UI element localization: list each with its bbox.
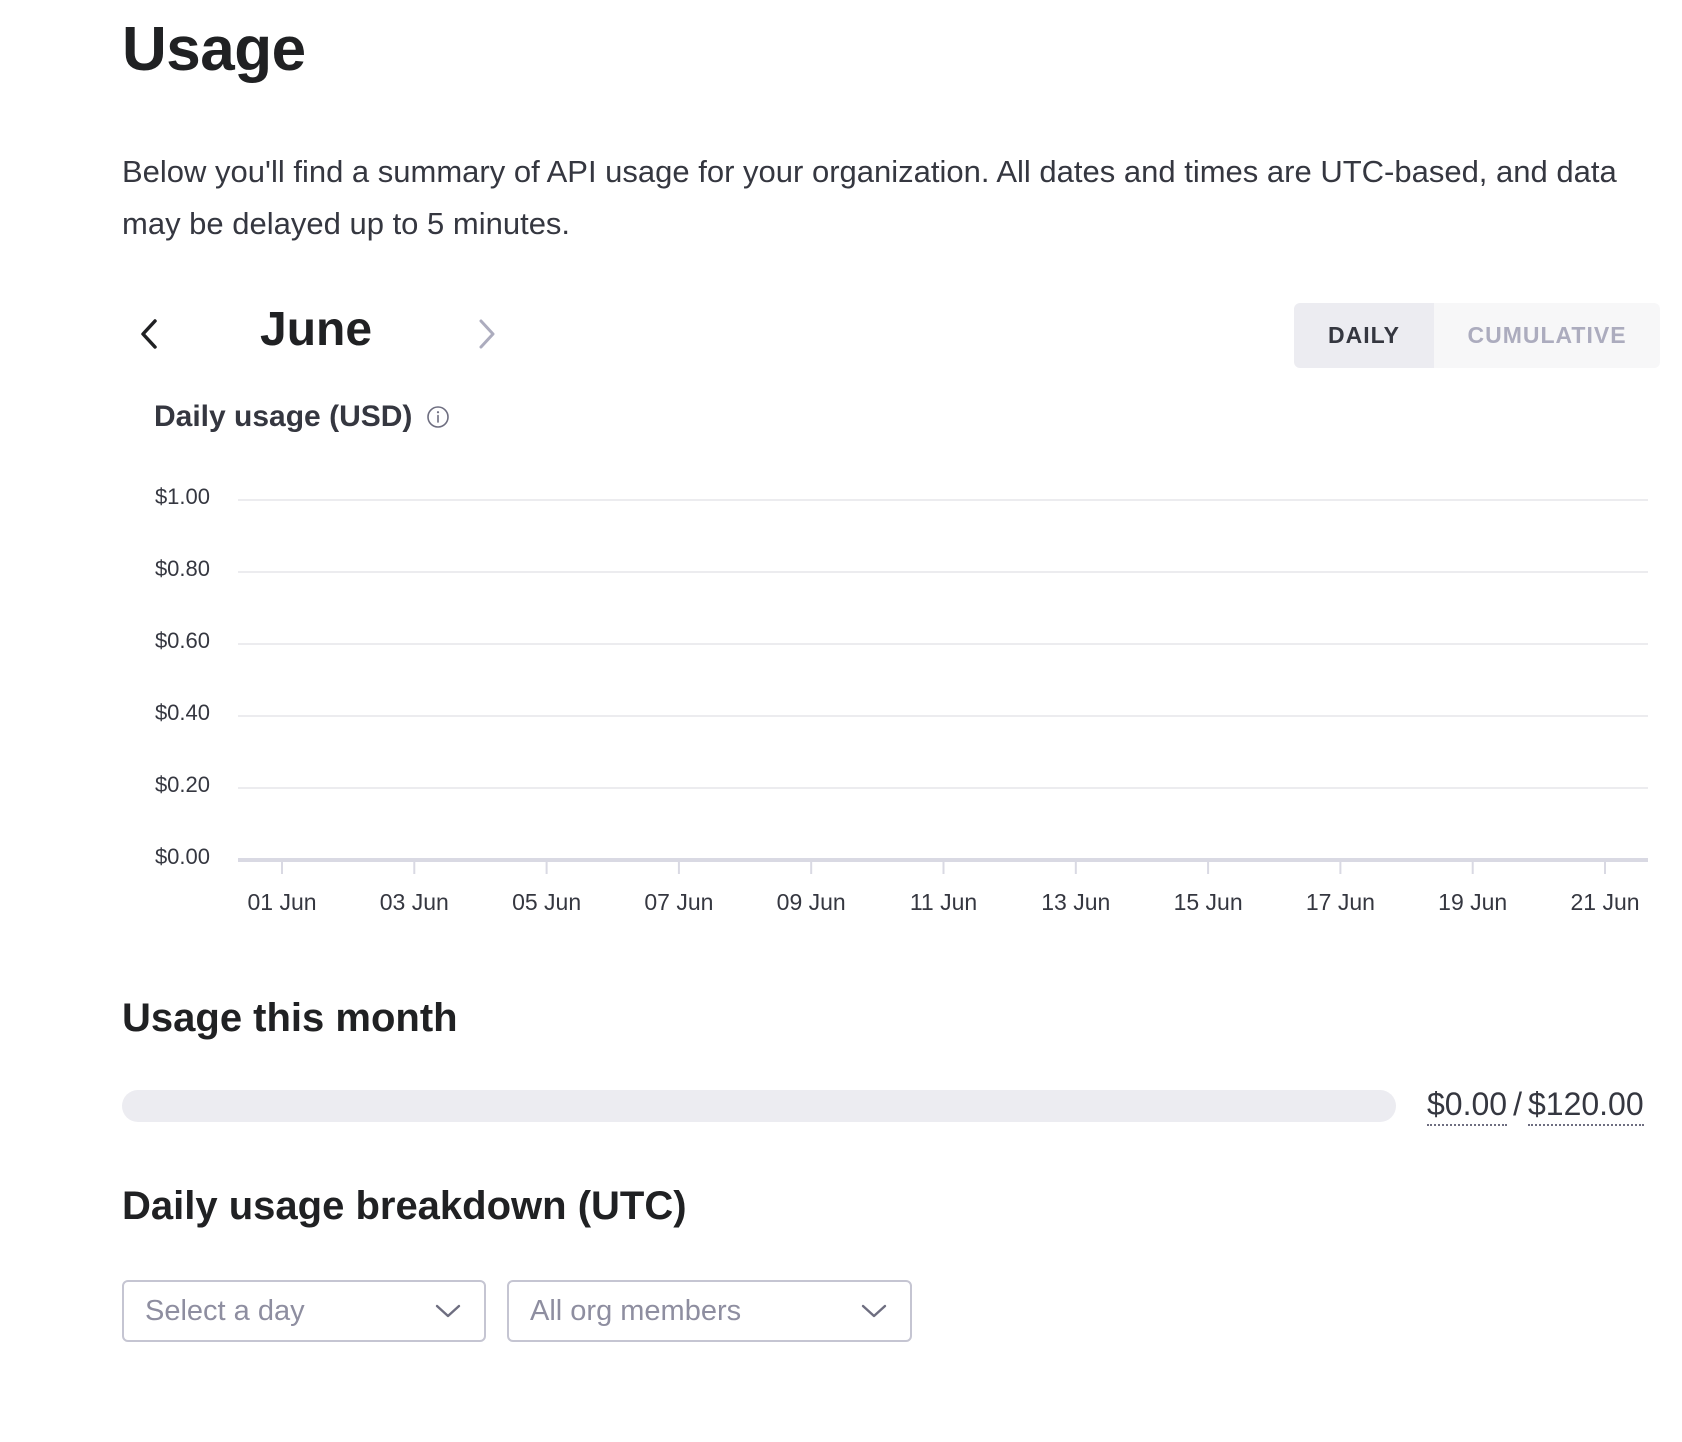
chevron-down-icon (860, 1300, 888, 1322)
x-tick-label: 09 Jun (777, 889, 846, 915)
page-title: Usage (122, 15, 306, 84)
info-icon[interactable] (426, 405, 450, 429)
usage-progress-bar (122, 1090, 1396, 1122)
y-tick-label: $0.20 (155, 772, 210, 797)
chart-title: Daily usage (USD) (154, 400, 450, 434)
members-select-value: All org members (530, 1294, 742, 1327)
daily-view-button[interactable]: DAILY (1294, 303, 1434, 368)
month-navigation: June (122, 296, 522, 372)
x-tick-label: 17 Jun (1306, 889, 1375, 915)
cumulative-view-button[interactable]: CUMULATIVE (1434, 303, 1660, 368)
usage-limit-amount[interactable]: $120.00 (1527, 1086, 1644, 1126)
current-month-label: June (260, 303, 373, 356)
x-tick-label: 15 Jun (1174, 889, 1243, 915)
x-tick-label: 07 Jun (644, 889, 713, 915)
y-tick-label: $0.80 (155, 556, 210, 581)
y-tick-label: $0.00 (155, 844, 210, 869)
x-tick-label: 03 Jun (380, 889, 449, 915)
y-tick-label: $0.40 (155, 700, 210, 725)
day-select-placeholder: Select a day (145, 1294, 305, 1327)
usage-amount: $0.00/$120.00 (1427, 1086, 1644, 1126)
chevron-down-icon (434, 1300, 462, 1322)
x-tick-label: 19 Jun (1438, 889, 1507, 915)
day-select[interactable]: Select a day (122, 1280, 486, 1342)
page-description: Below you'll find a summary of API usage… (122, 154, 1617, 241)
y-tick-label: $1.00 (155, 484, 210, 509)
usage-page: Usage Below you'll find a summary of API… (0, 0, 1682, 1442)
daily-usage-chart: $1.00 $0.80 $0.60 $0.40 $0.20 $0.00 01 Jun 03 J… (155, 484, 1648, 915)
usage-used-amount[interactable]: $0.00 (1427, 1086, 1508, 1126)
view-toggle: DAILY CUMULATIVE (1294, 303, 1660, 368)
x-tick-label: 21 Jun (1570, 889, 1639, 915)
members-select[interactable]: All org members (507, 1280, 912, 1342)
x-tick-label: 13 Jun (1041, 889, 1110, 915)
chevron-left-icon[interactable] (132, 314, 166, 354)
daily-breakdown-title: Daily usage breakdown (UTC) (122, 1184, 687, 1228)
x-tick-label: 01 Jun (247, 889, 316, 915)
y-tick-label: $0.60 (155, 628, 210, 653)
usage-separator: / (1513, 1086, 1522, 1122)
chevron-right-icon[interactable] (470, 314, 504, 354)
x-tick-label: 11 Jun (910, 889, 977, 915)
chart-title-text: Daily usage (USD) (154, 400, 413, 433)
x-tick-label: 05 Jun (512, 889, 581, 915)
usage-this-month-title: Usage this month (122, 996, 458, 1040)
